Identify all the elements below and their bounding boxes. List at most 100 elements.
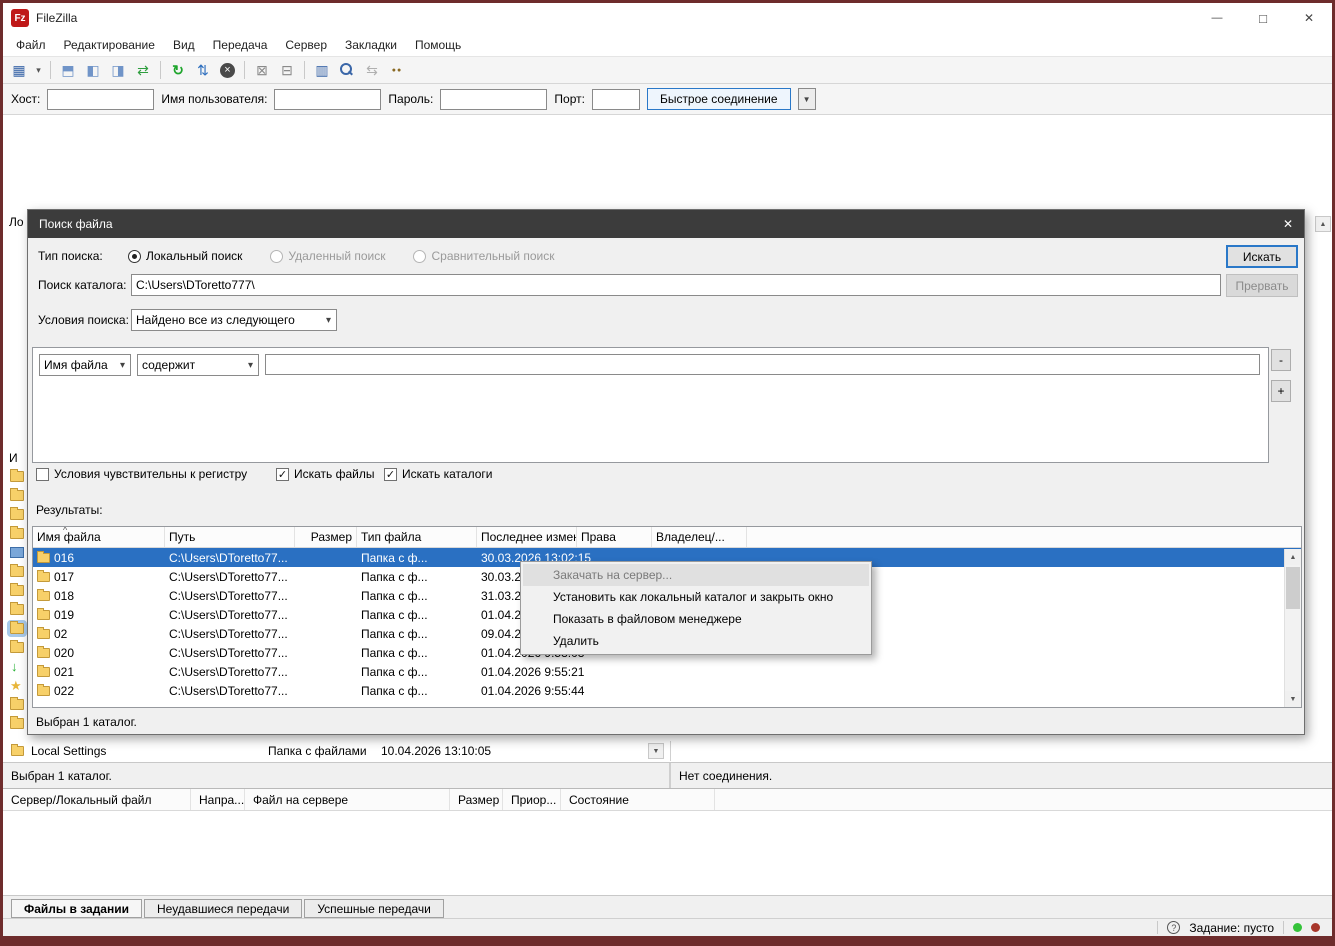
checkbox-unchecked-icon	[36, 468, 49, 481]
menu-item-upload[interactable]: Закачать на сервер...	[523, 564, 869, 586]
dialog-title-bar[interactable]: Поиск файла	[28, 210, 1304, 238]
password-input[interactable]	[440, 89, 547, 110]
add-condition-button[interactable]: +	[1271, 380, 1291, 402]
queue-col-status[interactable]: Состояние	[561, 789, 715, 810]
queue-col-remote-file[interactable]: Файл на сервере	[245, 789, 450, 810]
process-queue-icon[interactable]	[191, 59, 215, 81]
search-button[interactable]: Искать	[1226, 245, 1298, 268]
reconnect-icon[interactable]	[275, 59, 299, 81]
file-search-icon[interactable]	[335, 59, 359, 81]
results-scrollbar[interactable]	[1284, 549, 1301, 707]
radio-local-search[interactable]: Локальный поиск	[128, 249, 242, 263]
queue-col-size[interactable]: Размер	[450, 789, 503, 810]
col-name[interactable]: Имя файла	[33, 527, 165, 547]
tab-successful-transfers[interactable]: Успешные передачи	[304, 899, 444, 918]
minimize-icon[interactable]	[1194, 3, 1240, 33]
menu-bookmarks[interactable]: Закладки	[336, 35, 406, 55]
tree-row[interactable]	[6, 524, 28, 543]
maximize-icon[interactable]	[1240, 3, 1286, 33]
tree-row[interactable]	[6, 714, 28, 733]
local-file-row[interactable]: Local Settings Папка с файлами 10.04.202…	[3, 741, 671, 761]
tree-row[interactable]	[6, 638, 28, 657]
tree-row-selected[interactable]	[6, 619, 28, 638]
quickconnect-button[interactable]: Быстрое соединение	[647, 88, 791, 110]
port-input[interactable]	[592, 89, 640, 110]
queue-tabs: Файлы в задании Неудавшиеся передачи Усп…	[3, 895, 1332, 918]
tree-row[interactable]	[6, 467, 28, 486]
tab-queued-files[interactable]: Файлы в задании	[11, 899, 142, 918]
menu-view[interactable]: Вид	[164, 35, 204, 55]
radio-comparative-search[interactable]: Сравнительный поиск	[413, 249, 554, 263]
scroll-down-icon[interactable]	[1285, 691, 1301, 707]
local-site-label-fragment: Ло	[9, 215, 24, 229]
col-permissions[interactable]: Права	[577, 527, 652, 547]
match-type-combo[interactable]: Найдено все из следующего	[131, 309, 337, 331]
col-size[interactable]: Размер	[295, 527, 357, 547]
tree-row[interactable]	[6, 581, 28, 600]
find-dirs-checkbox[interactable]: Искать каталоги	[384, 467, 492, 481]
tree-row[interactable]	[6, 505, 28, 524]
result-row[interactable]: 021 C:\Users\DToretto77... Папка с ф... …	[33, 662, 1301, 681]
site-manager-icon[interactable]	[7, 59, 31, 81]
cancel-icon[interactable]	[220, 63, 235, 78]
local-scroll-down-icon[interactable]	[648, 743, 664, 759]
queue-col-priority[interactable]: Приор...	[503, 789, 561, 810]
menu-transfer[interactable]: Передача	[204, 35, 277, 55]
tree-row[interactable]	[6, 486, 28, 505]
tree-row[interactable]	[6, 657, 28, 676]
directory-comparison-icon[interactable]	[310, 59, 334, 81]
find-files-checkbox[interactable]: Искать файлы	[276, 467, 375, 481]
download-arrow-icon	[11, 659, 18, 674]
find-files-icon[interactable]	[385, 59, 409, 81]
toggle-remote-tree-icon[interactable]	[106, 59, 130, 81]
search-dir-input[interactable]	[131, 274, 1221, 296]
username-input[interactable]	[274, 89, 381, 110]
menu-edit[interactable]: Редактирование	[55, 35, 164, 55]
case-sensitive-checkbox[interactable]: Условия чувствительны к регистру	[36, 467, 247, 481]
menu-help[interactable]: Помощь	[406, 35, 470, 55]
scroll-thumb[interactable]	[1286, 567, 1300, 609]
stop-button[interactable]: Прервать	[1226, 274, 1298, 297]
tree-row[interactable]	[6, 600, 28, 619]
tree-row[interactable]	[6, 676, 28, 695]
folder-icon	[37, 629, 50, 639]
col-owner[interactable]: Владелец/...	[652, 527, 747, 547]
site-manager-dropdown-icon[interactable]	[32, 59, 45, 81]
queue-col-server-local-file[interactable]: Сервер/Локальный файл	[3, 789, 191, 810]
dialog-close-icon[interactable]	[1283, 217, 1293, 231]
menu-item-set-local-dir[interactable]: Установить как локальный каталог и закры…	[523, 586, 869, 608]
queue-col-direction[interactable]: Напра...	[191, 789, 245, 810]
toggle-local-tree-icon[interactable]	[81, 59, 105, 81]
condition-operator-combo[interactable]: содержит	[137, 354, 259, 376]
result-row[interactable]: 022 C:\Users\DToretto77... Папка с ф... …	[33, 681, 1301, 700]
help-icon[interactable]	[1167, 921, 1180, 934]
menu-item-delete[interactable]: Удалить	[523, 630, 869, 652]
folder-icon	[11, 746, 24, 756]
col-modified[interactable]: Последнее измен...	[477, 527, 577, 547]
tab-failed-transfers[interactable]: Неудавшиеся передачи	[144, 899, 302, 918]
refresh-icon[interactable]	[166, 59, 190, 81]
col-path[interactable]: Путь	[165, 527, 295, 547]
toggle-queue-view-icon[interactable]	[131, 59, 155, 81]
toggle-log-view-icon[interactable]	[56, 59, 80, 81]
folder-icon	[10, 642, 24, 653]
disconnect-icon[interactable]	[250, 59, 274, 81]
col-type[interactable]: Тип файла	[357, 527, 477, 547]
tree-row[interactable]	[6, 562, 28, 581]
tree-row[interactable]	[6, 543, 28, 562]
tree-row[interactable]	[6, 695, 28, 714]
condition-value-input[interactable]	[265, 354, 1260, 375]
remote-scroll-up-icon[interactable]	[1315, 216, 1331, 232]
scroll-up-icon[interactable]	[1285, 549, 1301, 565]
menu-server[interactable]: Сервер	[276, 35, 336, 55]
close-icon[interactable]	[1286, 3, 1332, 33]
radio-remote-search[interactable]: Удаленный поиск	[270, 249, 385, 263]
menu-file[interactable]: Файл	[7, 35, 55, 55]
synchronized-browsing-icon[interactable]	[360, 59, 384, 81]
menu-item-show-in-file-manager[interactable]: Показать в файловом менеджере	[523, 608, 869, 630]
quickconnect-dropdown-icon[interactable]	[798, 88, 816, 110]
remove-condition-button[interactable]: -	[1271, 349, 1291, 371]
folder-icon	[37, 667, 50, 677]
condition-field-combo[interactable]: Имя файла	[39, 354, 131, 376]
host-input[interactable]	[47, 89, 154, 110]
